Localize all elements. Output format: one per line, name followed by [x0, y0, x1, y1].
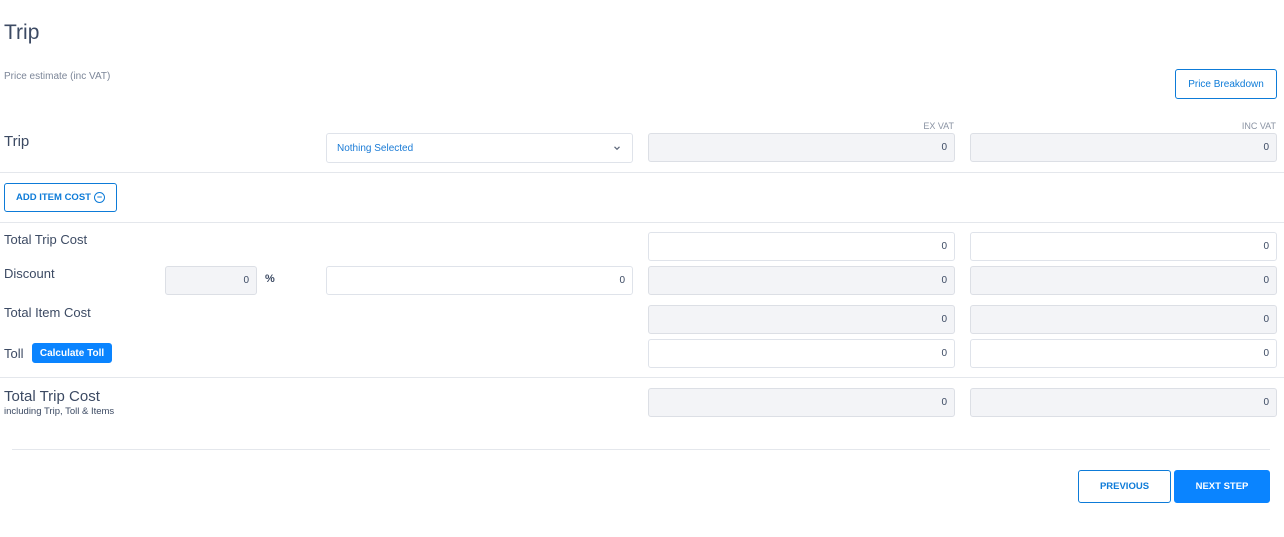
- discount-percent-field: 0: [165, 266, 257, 295]
- toll-ex-vat-input[interactable]: 0: [648, 339, 955, 368]
- total-item-cost-label: Total Item Cost: [4, 305, 91, 320]
- price-breakdown-button[interactable]: Price Breakdown: [1175, 69, 1277, 99]
- trip-label: Trip: [4, 133, 30, 150]
- grand-total-ex-vat-field: 0: [648, 388, 955, 417]
- trip-ex-vat-field: 0: [648, 133, 955, 162]
- divider: [12, 449, 1270, 450]
- discount-ex-vat-field: 0: [648, 266, 955, 295]
- trip-select-value: Nothing Selected: [337, 142, 414, 154]
- discount-label: Discount: [4, 266, 55, 281]
- add-item-cost-label: ADD ITEM COST: [16, 192, 91, 203]
- toll-label: Toll: [4, 346, 24, 361]
- grand-total-label: Total Trip Cost: [4, 388, 100, 405]
- percent-symbol: %: [265, 273, 275, 285]
- divider: [0, 377, 1284, 378]
- total-trip-cost-label: Total Trip Cost: [4, 232, 88, 247]
- next-step-button[interactable]: NEXT STEP: [1174, 470, 1270, 503]
- grand-total-inc-vat-field: 0: [970, 388, 1277, 417]
- previous-button[interactable]: PREVIOUS: [1078, 470, 1171, 503]
- divider: [0, 172, 1284, 173]
- toll-inc-vat-input[interactable]: 0: [970, 339, 1277, 368]
- discount-inc-vat-field: 0: [970, 266, 1277, 295]
- plus-circle-icon: −: [93, 192, 105, 203]
- discount-amount-input[interactable]: 0: [326, 266, 633, 295]
- add-item-cost-button[interactable]: ADD ITEM COST −: [4, 183, 117, 212]
- trip-select[interactable]: Nothing Selected: [326, 133, 633, 163]
- ex-vat-column-header: EX VAT: [923, 121, 954, 131]
- page-title: Trip: [4, 21, 40, 44]
- price-estimate-label: Price estimate (inc VAT): [4, 71, 111, 82]
- total-item-cost-ex-vat-field: 0: [648, 305, 955, 334]
- total-trip-cost-ex-vat-input[interactable]: 0: [648, 232, 955, 261]
- divider: [0, 222, 1284, 223]
- chevron-down-icon: [614, 146, 620, 151]
- total-trip-cost-inc-vat-input[interactable]: 0: [970, 232, 1277, 261]
- calculate-toll-button[interactable]: Calculate Toll: [32, 343, 112, 363]
- total-item-cost-inc-vat-field: 0: [970, 305, 1277, 334]
- trip-inc-vat-field: 0: [970, 133, 1277, 162]
- grand-total-sublabel: including Trip, Toll & Items: [4, 406, 115, 417]
- inc-vat-column-header: INC VAT: [1241, 121, 1276, 131]
